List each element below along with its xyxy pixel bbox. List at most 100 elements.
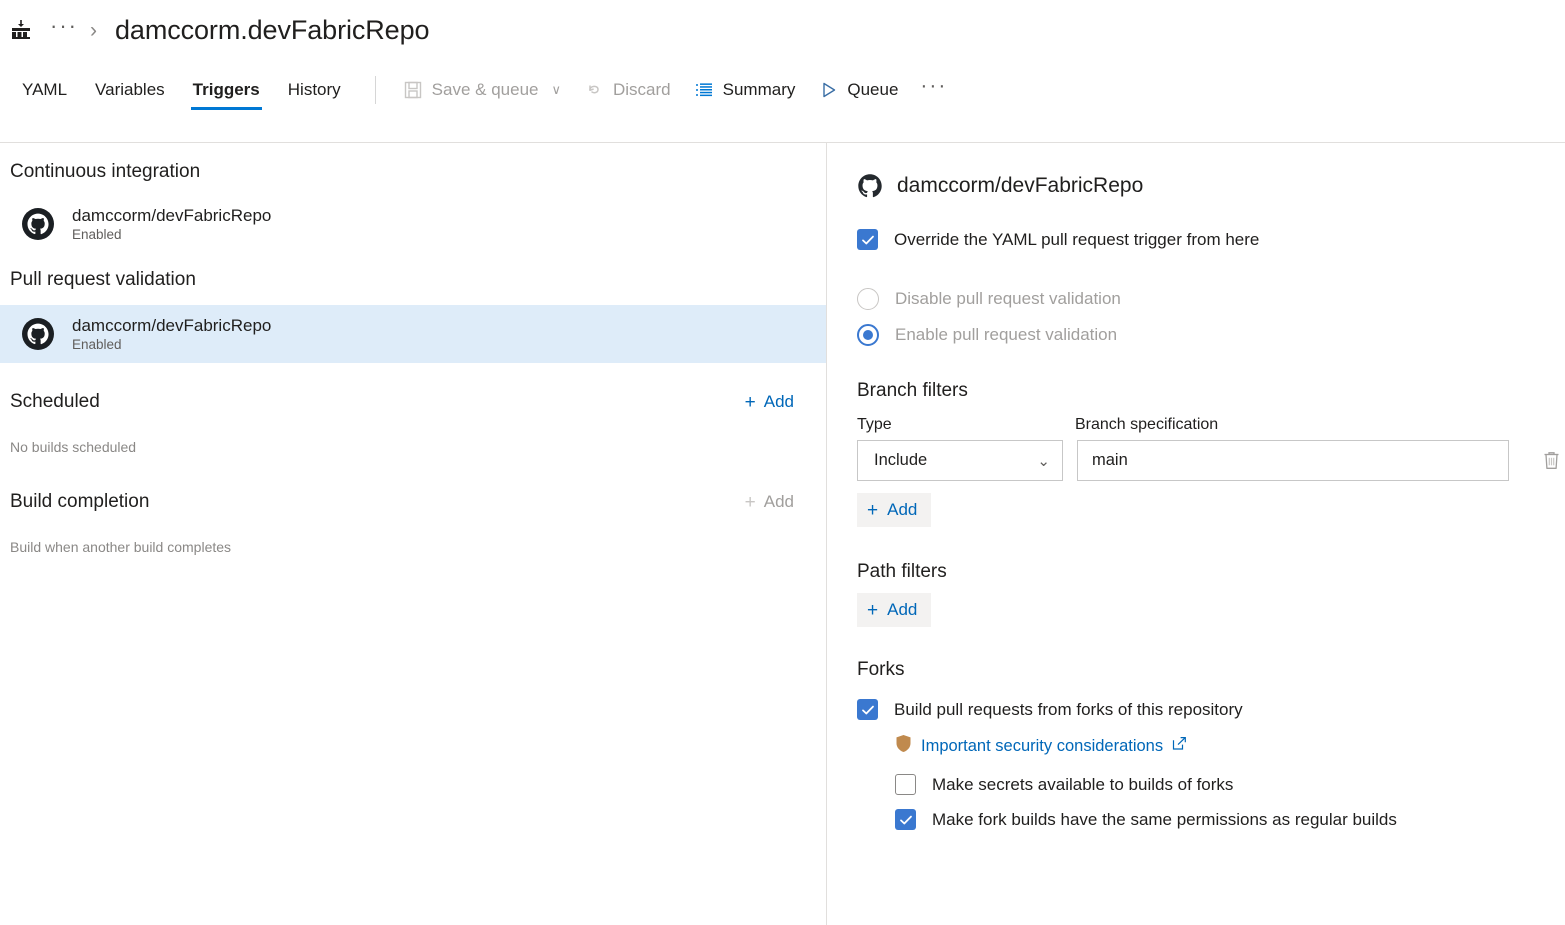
pull-request-validation-title: Pull request validation [10, 269, 196, 291]
build-completion-section-header: Build completion + Add [0, 491, 826, 513]
scheduled-add-label: Add [764, 392, 794, 412]
fork-permissions-checkbox[interactable]: Make fork builds have the same permissio… [895, 809, 1565, 830]
forks-title: Forks [857, 659, 1565, 681]
tab-strip: YAML Variables Triggers History [8, 60, 355, 120]
breadcrumb-overflow-button[interactable]: ··· [50, 15, 78, 45]
continuous-integration-section-header: Continuous integration [0, 161, 826, 183]
trigger-row-pr-damccorm[interactable]: damccorm/devFabricRepo Enabled [0, 305, 826, 363]
shield-icon [895, 734, 912, 758]
checkbox-unchecked-icon [895, 774, 916, 795]
save-icon [404, 81, 423, 100]
branch-filters-column-headers: Type Branch specification [857, 416, 1565, 434]
detail-repo-header: damccorm/devFabricRepo [857, 173, 1565, 199]
pipeline-icon [8, 17, 34, 43]
summary-button[interactable]: Summary [683, 71, 808, 109]
triggers-list-pane: Continuous integration damccorm/devFabri… [0, 142, 826, 925]
branch-filter-row: Include ⌄ main [857, 440, 1565, 481]
tab-variables-label: Variables [95, 80, 165, 100]
override-yaml-trigger-label: Override the YAML pull request trigger f… [894, 230, 1259, 250]
external-link-icon [1172, 736, 1187, 756]
trigger-repo-name: damccorm/devFabricRepo [72, 206, 271, 226]
pull-request-validation-section-header: Pull request validation [0, 269, 826, 291]
scheduled-section-header: Scheduled + Add [0, 391, 826, 413]
scheduled-empty-text: No builds scheduled [0, 439, 826, 455]
page-header: ··· › damccorm.devFabricRepo [0, 0, 1565, 60]
branch-filter-type-label: Type [857, 416, 1075, 434]
github-icon [857, 173, 883, 199]
content-area: Continuous integration damccorm/devFabri… [0, 142, 1565, 925]
branch-specification-input[interactable]: main [1077, 440, 1509, 481]
path-filters-title: Path filters [857, 561, 1565, 583]
fork-permissions-label: Make fork builds have the same permissio… [932, 810, 1397, 830]
branch-filter-spec-label: Branch specification [1075, 416, 1218, 434]
summary-list-icon [695, 81, 714, 100]
detail-repo-title: damccorm/devFabricRepo [897, 174, 1143, 198]
discard-label: Discard [613, 80, 671, 100]
build-completion-add-button[interactable]: + Add [745, 492, 794, 512]
trigger-info: damccorm/devFabricRepo Enabled [72, 316, 271, 352]
tab-variables[interactable]: Variables [81, 60, 179, 120]
radio-selected-icon [857, 324, 879, 346]
tab-yaml-label: YAML [22, 80, 67, 100]
queue-button[interactable]: Queue [807, 71, 910, 109]
security-considerations-row: Important security considerations [895, 734, 1565, 758]
scheduled-title: Scheduled [10, 391, 100, 413]
tab-triggers-label: Triggers [193, 80, 260, 100]
branch-filters-add-button[interactable]: + Add [857, 493, 931, 527]
trigger-info: damccorm/devFabricRepo Enabled [72, 206, 271, 242]
build-from-forks-label: Build pull requests from forks of this r… [894, 700, 1243, 720]
tab-triggers[interactable]: Triggers [179, 60, 274, 120]
radio-unselected-icon [857, 288, 879, 310]
github-icon [22, 318, 54, 350]
trigger-row-ci-damccorm[interactable]: damccorm/devFabricRepo Enabled [0, 195, 826, 253]
plus-icon: + [745, 393, 756, 412]
radio-disable-pr-validation-label: Disable pull request validation [895, 289, 1121, 309]
undo-icon [585, 81, 604, 100]
build-completion-empty-text: Build when another build completes [0, 539, 826, 555]
continuous-integration-title: Continuous integration [10, 161, 200, 183]
checkbox-checked-icon [857, 229, 878, 250]
save-and-queue-button[interactable]: Save & queue ∨ [392, 71, 573, 109]
tab-yaml[interactable]: YAML [8, 60, 81, 120]
build-completion-add-label: Add [764, 492, 794, 512]
summary-label: Summary [723, 80, 796, 100]
trigger-state: Enabled [72, 337, 271, 352]
branch-filter-type-select[interactable]: Include ⌄ [857, 440, 1063, 481]
security-considerations-link[interactable]: Important security considerations [921, 737, 1163, 756]
secrets-available-label: Make secrets available to builds of fork… [932, 775, 1233, 795]
plus-icon: + [867, 601, 878, 620]
trigger-state: Enabled [72, 227, 271, 242]
override-yaml-trigger-checkbox[interactable]: Override the YAML pull request trigger f… [857, 229, 1565, 250]
tab-history[interactable]: History [274, 60, 355, 120]
play-icon [819, 81, 838, 100]
build-from-forks-checkbox[interactable]: Build pull requests from forks of this r… [857, 699, 1565, 720]
secrets-available-checkbox[interactable]: Make secrets available to builds of fork… [895, 774, 1565, 795]
discard-button[interactable]: Discard [573, 71, 683, 109]
branch-filters-title: Branch filters [857, 380, 1565, 402]
toolbar: YAML Variables Triggers History Save & q… [0, 60, 1565, 120]
queue-label: Queue [847, 80, 898, 100]
branch-filters-add-label: Add [887, 500, 917, 520]
branch-filter-type-value: Include [874, 451, 927, 470]
checkbox-checked-icon [857, 699, 878, 720]
delete-branch-filter-button[interactable] [1537, 446, 1565, 476]
trigger-repo-name: damccorm/devFabricRepo [72, 316, 271, 336]
trigger-detail-pane: damccorm/devFabricRepo Override the YAML… [826, 142, 1565, 925]
plus-icon: + [745, 493, 756, 512]
plus-icon: + [867, 501, 878, 520]
path-filters-add-button[interactable]: + Add [857, 593, 931, 627]
toolbar-divider [375, 76, 376, 104]
radio-enable-pr-validation-label: Enable pull request validation [895, 325, 1117, 345]
breadcrumb-separator-icon: › [90, 20, 97, 41]
checkbox-checked-icon [895, 809, 916, 830]
github-icon [22, 208, 54, 240]
tab-history-label: History [288, 80, 341, 100]
page-title: damccorm.devFabricRepo [115, 15, 429, 46]
scheduled-add-button[interactable]: + Add [745, 392, 794, 412]
toolbar-overflow-button[interactable]: ··· [910, 75, 957, 106]
radio-enable-pr-validation[interactable]: Enable pull request validation [857, 324, 1565, 346]
radio-disable-pr-validation[interactable]: Disable pull request validation [857, 288, 1565, 310]
save-and-queue-label: Save & queue [432, 80, 539, 100]
branch-specification-value: main [1092, 451, 1128, 470]
build-completion-title: Build completion [10, 491, 149, 513]
